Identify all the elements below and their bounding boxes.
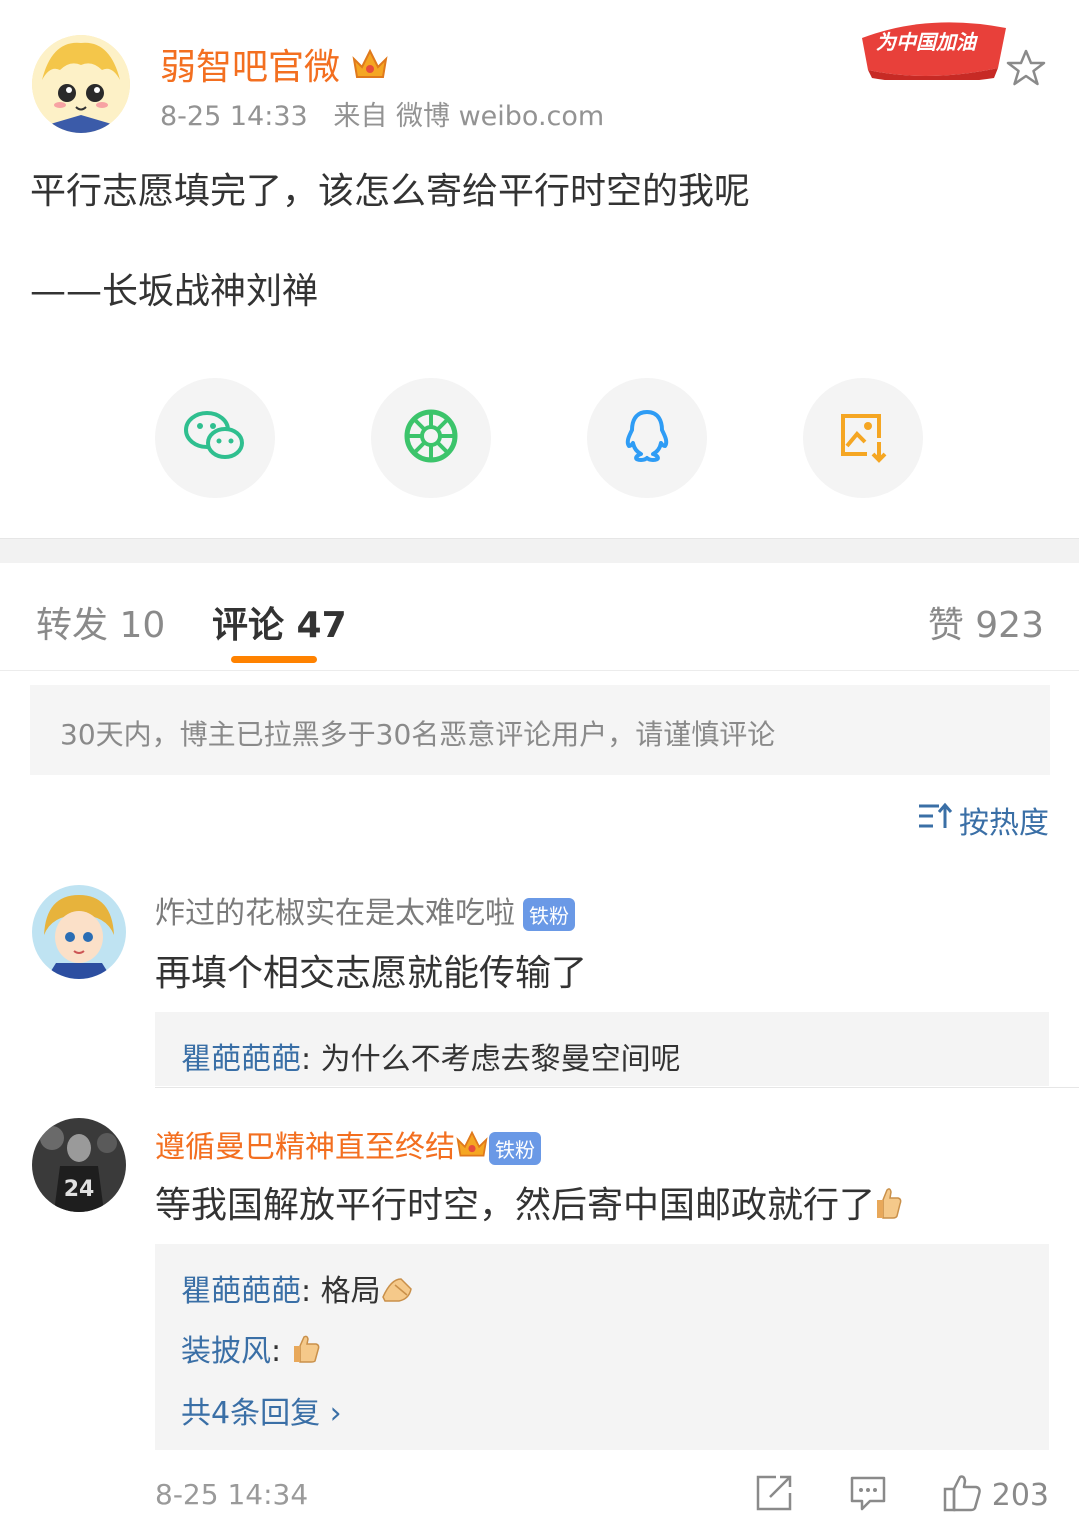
svg-text:24: 24: [64, 1177, 95, 1202]
reply-user[interactable]: 瞿葩葩葩: [181, 1274, 301, 1309]
star-outline-icon[interactable]: [1006, 48, 1046, 92]
like-icon[interactable]: [942, 1473, 984, 1517]
share-wechat-button[interactable]: [155, 378, 275, 498]
banner-text: 为中国加油: [876, 30, 976, 54]
comment-user[interactable]: 炸过的花椒实在是太难吃啦 铁粉: [155, 888, 575, 932]
tab-likes[interactable]: 赞 923: [928, 596, 1044, 648]
comment-notice: 30天内，博主已拉黑多于30名恶意评论用户，请谨慎评论: [30, 685, 1050, 775]
notice-text: 30天内，博主已拉黑多于30名恶意评论用户，请谨慎评论: [60, 718, 776, 751]
save-image-icon: [835, 408, 891, 468]
thumbs-up-emoji-icon: [291, 1334, 321, 1372]
vip-crown-icon: [351, 47, 389, 92]
reply-user[interactable]: 瞿葩葩葩: [181, 1042, 301, 1077]
comment-text: 等我国解放平行时空，然后寄中国邮政就行了: [155, 1176, 903, 1229]
active-tab-indicator: [231, 656, 317, 663]
comment-user-text[interactable]: 遵循曼巴精神直至终结: [155, 1130, 455, 1165]
qq-icon: [621, 408, 673, 468]
reply-item[interactable]: 装披风:: [181, 1326, 321, 1372]
sort-button[interactable]: 按热度: [917, 798, 1049, 842]
reply-item[interactable]: 瞿葩葩葩: 格局: [181, 1266, 415, 1311]
reply-text: : 为什么不考虑去黎曼空间呢: [301, 1042, 681, 1077]
tab-repost[interactable]: 转发 10: [36, 596, 165, 648]
reply-box[interactable]: 瞿葩葩葩: 为什么不考虑去黎曼空间呢: [155, 1012, 1049, 1086]
share-qq-button[interactable]: [587, 378, 707, 498]
reply-user[interactable]: 装披风: [181, 1334, 271, 1369]
tab-comments[interactable]: 评论 47: [212, 596, 347, 648]
reply-item[interactable]: 瞿葩葩葩: 为什么不考虑去黎曼空间呢: [181, 1034, 681, 1078]
section-divider: [0, 538, 1079, 563]
tab-border: [0, 670, 1079, 671]
reply-box[interactable]: 瞿葩葩葩: 格局 装披风: 共4条回复 ›: [155, 1244, 1049, 1450]
moments-icon: [403, 408, 459, 468]
comment-user[interactable]: 遵循曼巴精神直至终结 铁粉: [155, 1122, 541, 1169]
comment-avatar[interactable]: 24: [32, 1118, 126, 1212]
comment-icon[interactable]: [848, 1473, 888, 1517]
wechat-icon: [183, 408, 247, 468]
fan-badge: 铁粉: [489, 1132, 541, 1165]
author-name-text[interactable]: 弱智吧官微: [160, 47, 340, 88]
like-count: 203: [991, 1478, 1049, 1513]
post-text-line1: 平行志愿填完了，该怎么寄给平行时空的我呢: [30, 171, 751, 212]
praying-hands-emoji-icon: [381, 1275, 415, 1311]
reply-text: : 格局: [301, 1274, 381, 1309]
reply-text: :: [271, 1334, 291, 1369]
save-image-button[interactable]: [803, 378, 923, 498]
post-meta: 8-25 14:33 来自 微博 weibo.com: [160, 101, 605, 132]
author-name[interactable]: 弱智吧官微: [160, 38, 389, 92]
author-avatar[interactable]: [32, 35, 130, 133]
repost-icon[interactable]: [754, 1473, 794, 1517]
sort-icon: [917, 800, 953, 840]
fan-badge: 铁粉: [523, 898, 575, 931]
sort-label: 按热度: [959, 806, 1049, 841]
comment-timestamp: 8-25 14:34: [155, 1478, 309, 1511]
more-replies-link[interactable]: 共4条回复 ›: [181, 1388, 342, 1432]
comment-text: 再填个相交志愿就能传输了: [155, 953, 588, 994]
comment-text-content: 等我国解放平行时空，然后寄中国邮政就行了: [155, 1185, 876, 1226]
post-text-line2: ——长坂战神刘禅: [30, 271, 319, 312]
thumbs-up-emoji-icon: [875, 1186, 903, 1229]
share-moments-button[interactable]: [371, 378, 491, 498]
comment-user-text[interactable]: 炸过的花椒实在是太难吃啦: [155, 896, 515, 931]
campaign-banner[interactable]: 为中国加油: [858, 8, 1010, 83]
comment-avatar[interactable]: [32, 885, 126, 979]
comment-divider: [155, 1087, 1079, 1088]
vip-crown-icon: [455, 1129, 489, 1169]
